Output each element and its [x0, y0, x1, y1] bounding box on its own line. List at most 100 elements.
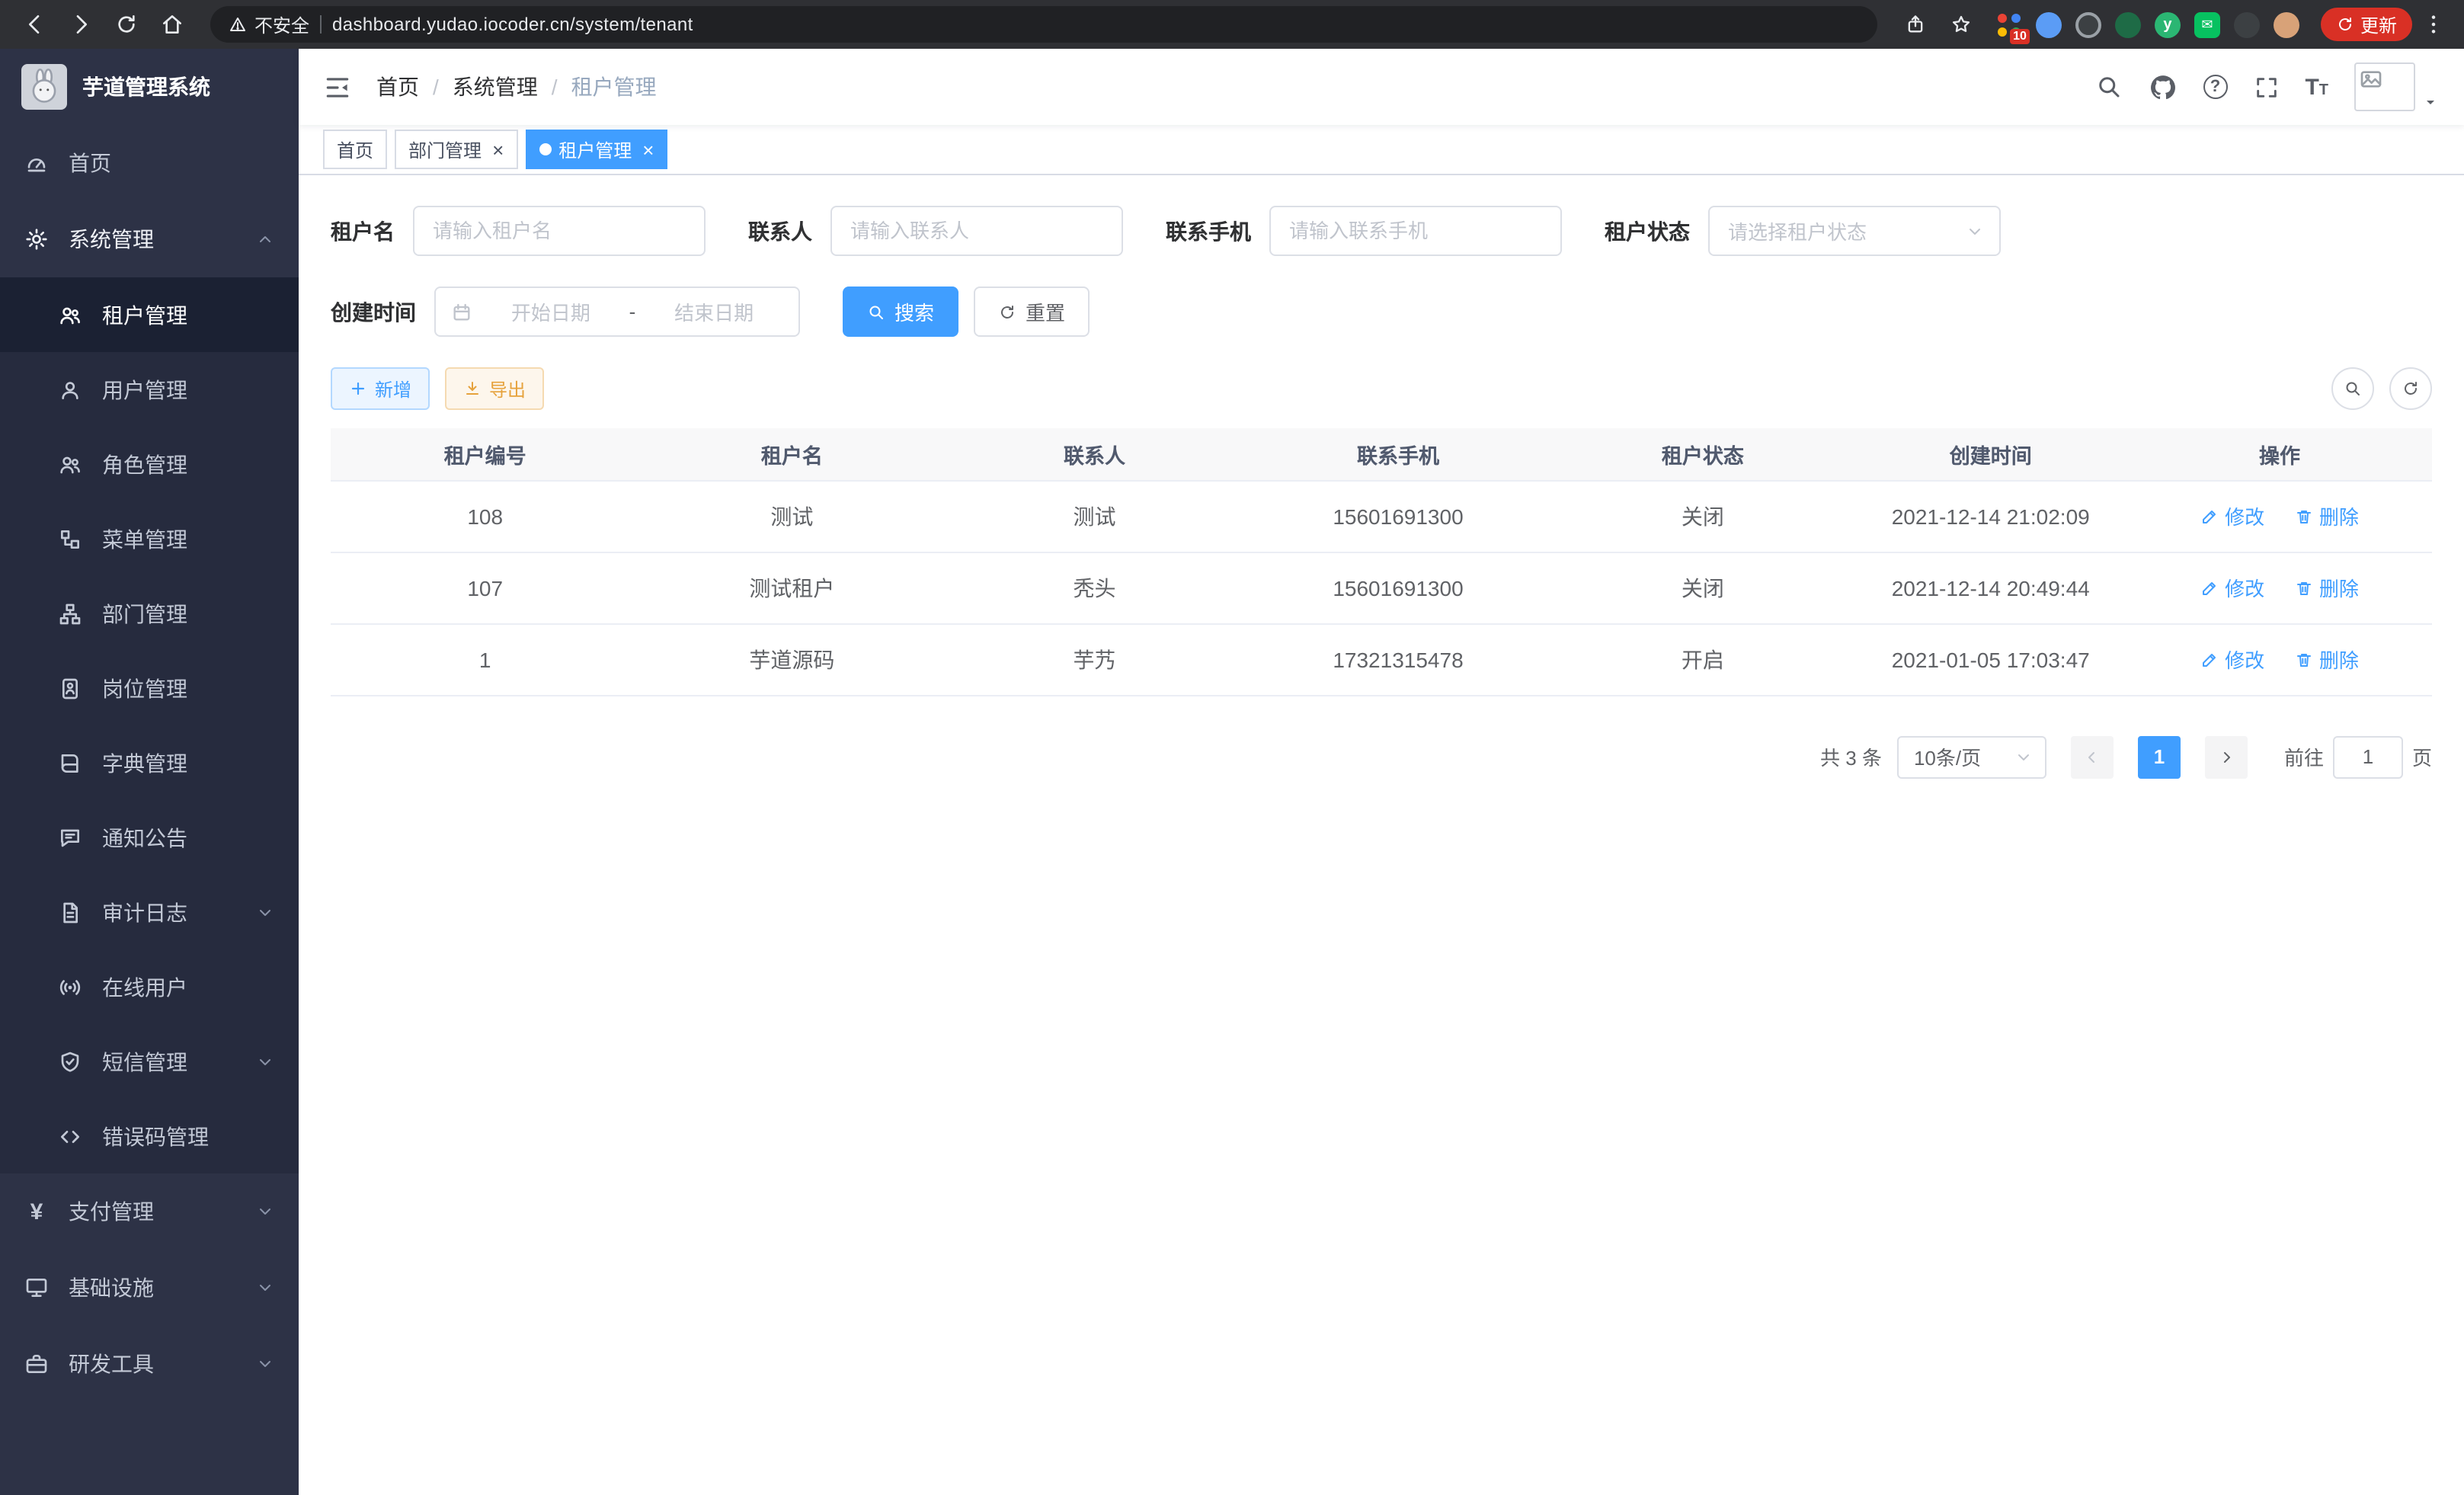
tenant-name-input[interactable] [413, 206, 706, 256]
sidebar-item-online-user[interactable]: 在线用户 [0, 949, 299, 1024]
next-page-button[interactable] [2205, 735, 2248, 778]
cell-status: 关闭 [1551, 480, 1854, 552]
extension-icon-3[interactable] [2075, 11, 2101, 37]
header-search-icon[interactable] [2094, 73, 2122, 101]
page-size-select[interactable]: 10条/页 [1897, 735, 2046, 778]
breadcrumb: 首页 / 系统管理 / 租户管理 [376, 72, 657, 102]
trash-icon [2295, 507, 2313, 525]
extension-icon-5[interactable]: y [2155, 11, 2181, 37]
sidebar-item-notice[interactable]: 通知公告 [0, 800, 299, 875]
sidebar-item-dept[interactable]: 部门管理 [0, 576, 299, 651]
sidebar-item-label: 支付管理 [69, 1196, 154, 1227]
export-button[interactable]: 导出 [445, 367, 544, 410]
avatar [2354, 62, 2415, 111]
refresh-table-button[interactable] [2389, 367, 2432, 410]
page-number-button[interactable]: 1 [2138, 735, 2181, 778]
cell-actions: 修改 删除 [2127, 623, 2432, 695]
sidebar-item-tenant[interactable]: 租户管理 [0, 277, 299, 352]
sidebar-item-sms[interactable]: 短信管理 [0, 1024, 299, 1099]
shield-icon [58, 1049, 82, 1074]
sidebar-item-user[interactable]: 用户管理 [0, 352, 299, 427]
extension-icon-8[interactable] [2274, 11, 2299, 37]
tab-tenant[interactable]: 租户管理 × [525, 130, 667, 169]
edit-button[interactable]: 修改 [2200, 573, 2264, 602]
goto-page-input[interactable] [2333, 735, 2403, 778]
site-security-chip[interactable]: 不安全 [229, 11, 309, 37]
back-icon[interactable] [15, 5, 55, 44]
delete-button[interactable]: 删除 [2295, 573, 2359, 602]
fullscreen-icon[interactable] [2253, 74, 2279, 100]
sidebar-item-error-code[interactable]: 错误码管理 [0, 1099, 299, 1173]
close-icon[interactable]: × [492, 139, 504, 159]
omnibox-divider [320, 15, 322, 34]
user-icon [58, 377, 82, 402]
sidebar-item-dict[interactable]: 字典管理 [0, 725, 299, 800]
sidebar-collapse-icon[interactable] [323, 72, 352, 101]
cell-tenant-id: 107 [331, 552, 639, 623]
sidebar-item-infra[interactable]: 基础设施 [0, 1250, 299, 1326]
tab-dept[interactable]: 部门管理 × [395, 130, 517, 169]
extension-icon-6[interactable]: ✉ [2194, 11, 2220, 37]
sidebar-item-post[interactable]: 岗位管理 [0, 651, 299, 725]
delete-button[interactable]: 删除 [2295, 645, 2359, 674]
breadcrumb-item[interactable]: 系统管理 [453, 72, 538, 102]
extension-icon-4[interactable] [2115, 11, 2141, 37]
sidebar-item-label: 短信管理 [102, 1046, 187, 1077]
sidebar-menu: 首页 系统管理 租户管理 用户管理 角色管理 [0, 125, 299, 1495]
add-button[interactable]: 新增 [331, 367, 430, 410]
reload-icon[interactable] [107, 5, 146, 44]
contact-input[interactable] [830, 206, 1123, 256]
sidebar-item-label: 通知公告 [102, 822, 187, 853]
url-text[interactable]: dashboard.yudao.iocoder.cn/system/tenant [332, 14, 693, 35]
sidebar-item-home[interactable]: 首页 [0, 125, 299, 201]
extension-icon-2[interactable] [2036, 11, 2062, 37]
chevron-down-icon [256, 903, 274, 921]
browser-menu-icon[interactable] [2418, 5, 2449, 44]
sidebar-item-menu[interactable]: 菜单管理 [0, 501, 299, 576]
sidebar-item-payment[interactable]: ¥ 支付管理 [0, 1173, 299, 1250]
tab-home[interactable]: 首页 [323, 130, 387, 169]
address-bar[interactable]: 不安全 dashboard.yudao.iocoder.cn/system/te… [210, 6, 1877, 43]
browser-update-button[interactable]: 更新 [2321, 8, 2412, 41]
tenant-page-content: 租户名 联系人 联系手机 租户状态 请选择租户状态 [299, 175, 2464, 1495]
browser-toolbar: 不安全 dashboard.yudao.iocoder.cn/system/te… [0, 0, 2464, 49]
close-icon[interactable]: × [642, 139, 654, 159]
extension-icon-1[interactable]: 10 [1996, 11, 2022, 37]
forward-icon[interactable] [61, 5, 101, 44]
cell-tenant-name: 测试租户 [639, 552, 944, 623]
breadcrumb-item[interactable]: 首页 [376, 72, 419, 102]
toggle-search-button[interactable] [2331, 367, 2374, 410]
column-header: 创建时间 [1854, 428, 2127, 480]
sidebar-item-dev-tools[interactable]: 研发工具 [0, 1326, 299, 1402]
plus-icon [349, 379, 367, 398]
sidebar-item-label: 用户管理 [102, 374, 187, 405]
sidebar-item-label: 系统管理 [69, 224, 154, 255]
font-size-icon[interactable]: TT [2305, 75, 2328, 98]
help-icon[interactable]: ? [2203, 75, 2227, 99]
sidebar-item-audit-log[interactable]: 审计日志 [0, 875, 299, 949]
bookmark-star-icon[interactable] [1941, 5, 1981, 44]
chevron-down-icon [2014, 748, 2033, 766]
extension-badge: 10 [2010, 28, 2030, 43]
filter-phone: 联系手机 [1166, 206, 1562, 256]
phone-input[interactable] [1269, 206, 1562, 256]
reset-button[interactable]: 重置 [974, 287, 1090, 337]
search-button[interactable]: 搜索 [843, 287, 958, 337]
github-icon[interactable] [2148, 72, 2177, 101]
delete-button[interactable]: 删除 [2295, 501, 2359, 530]
share-icon[interactable] [1896, 5, 1935, 44]
sidebar-item-system[interactable]: 系统管理 [0, 201, 299, 277]
prev-page-button[interactable] [2071, 735, 2114, 778]
status-select[interactable]: 请选择租户状态 [1708, 206, 2001, 256]
cell-tenant-name: 测试 [639, 480, 944, 552]
logo-row[interactable]: 芋道管理系统 [0, 49, 299, 125]
edit-button[interactable]: 修改 [2200, 645, 2264, 674]
date-range-picker[interactable]: 开始日期 - 结束日期 [434, 287, 800, 337]
org-icon [58, 601, 82, 626]
sidebar-item-label: 字典管理 [102, 748, 187, 778]
user-avatar-menu[interactable] [2354, 62, 2440, 111]
home-icon[interactable] [152, 5, 192, 44]
sidebar-item-role[interactable]: 角色管理 [0, 427, 299, 501]
edit-button[interactable]: 修改 [2200, 501, 2264, 530]
extension-icon-7[interactable] [2234, 11, 2260, 37]
